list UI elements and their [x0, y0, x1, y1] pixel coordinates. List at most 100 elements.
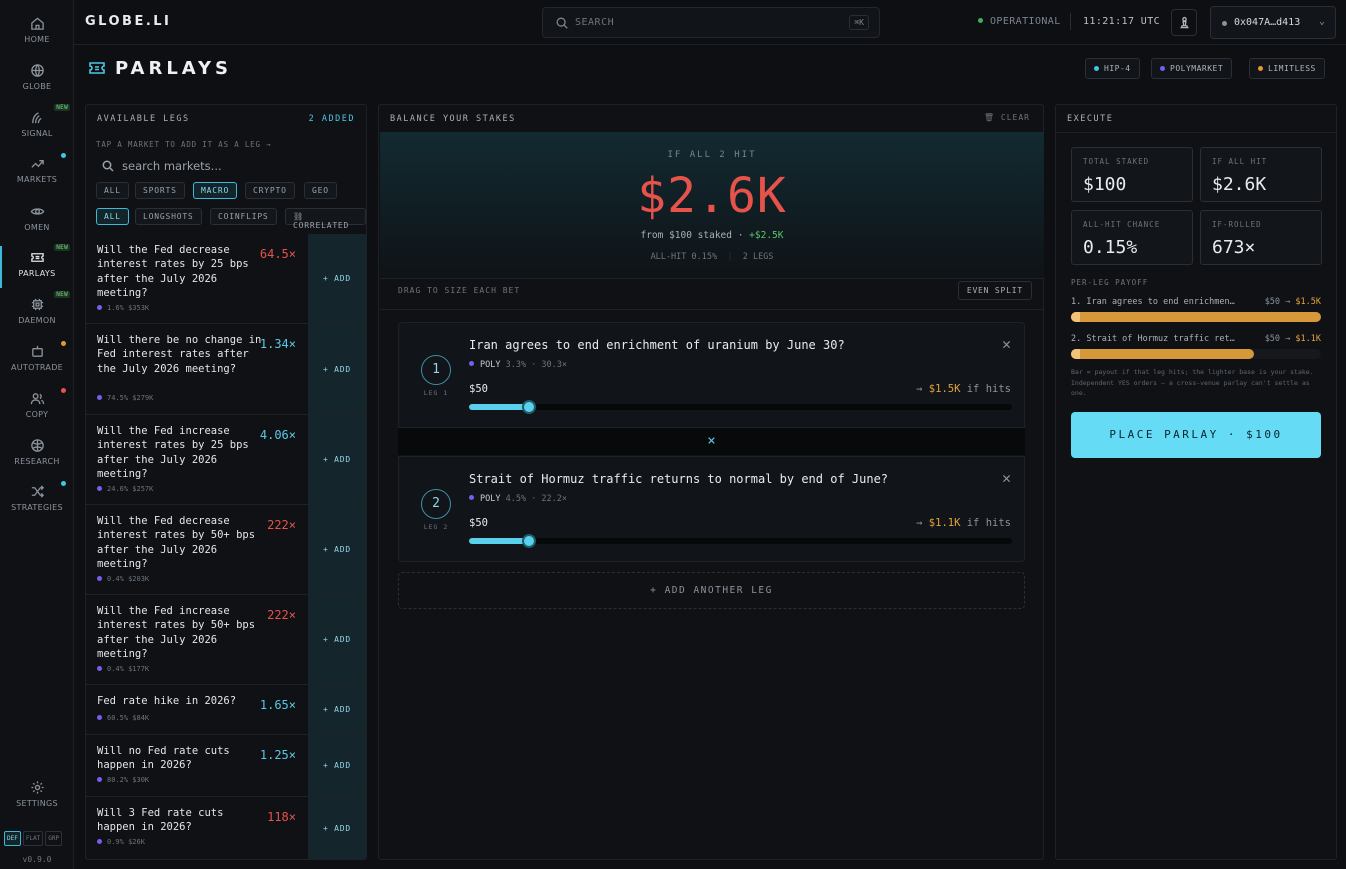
market-row[interactable]: Fed rate hike in 2026? 1.65× 60.5% $84K …: [86, 685, 366, 735]
per-leg-label: 1. Iran agrees to end enrichmen…: [1071, 297, 1235, 307]
market-row[interactable]: Will the Fed increase interest rates by …: [86, 595, 366, 685]
stake-slider[interactable]: [469, 534, 1012, 548]
add-leg-button[interactable]: + ADD: [308, 234, 366, 323]
venue-dot: [97, 839, 102, 844]
market-search-input[interactable]: search markets...: [102, 159, 222, 173]
category-all[interactable]: ALL: [96, 182, 129, 199]
wallet-dropdown[interactable]: 0x047A…d413 ⌄: [1210, 6, 1336, 39]
system-status: OPERATIONAL: [978, 16, 1061, 27]
sidebar-item-label: GLOBE: [22, 82, 52, 91]
remove-leg-button[interactable]: ✕: [1002, 469, 1011, 487]
stat-label: ALL-HIT CHANCE: [1083, 220, 1161, 229]
filter-coinflips[interactable]: COINFLIPS: [210, 208, 277, 225]
notification-dot: [61, 481, 66, 486]
sidebar-item-parlays[interactable]: NEW PARLAYS: [0, 244, 74, 294]
market-multiplier: 1.34×: [259, 337, 296, 351]
sidebar-item-label: SIGNAL: [21, 129, 53, 138]
slider-handle[interactable]: [521, 534, 536, 548]
new-badge: NEW: [54, 291, 70, 298]
leg-odds: 3.3% · 30.3×: [505, 360, 568, 370]
market-row[interactable]: Will the Fed increase interest rates by …: [86, 415, 366, 505]
per-leg-bar: [1071, 349, 1321, 359]
add-leg-button[interactable]: + ADD: [308, 324, 366, 414]
sidebar-item-copy[interactable]: COPY: [0, 388, 74, 435]
market-row[interactable]: Will 3 Fed rate cuts happen in 2026? 118…: [86, 797, 366, 859]
stat-value: 0.15%: [1083, 237, 1138, 258]
place-parlay-button[interactable]: PLACE PARLAY · $100: [1071, 412, 1321, 458]
sidebar-item-markets[interactable]: MARKETS: [0, 153, 74, 200]
signal-icon: [31, 112, 42, 124]
filter-correlated[interactable]: ⛓ CORRELATED: [285, 208, 366, 230]
add-another-leg-button[interactable]: + ADD ANOTHER LEG: [398, 572, 1025, 609]
stat-all-hit-chance: ALL-HIT CHANCE 0.15%: [1071, 210, 1193, 265]
venue-dot: [1258, 66, 1263, 71]
notification-dot: [61, 153, 66, 158]
theme-grp-button[interactable]: GRP: [45, 831, 63, 846]
add-leg-button[interactable]: + ADD: [308, 505, 366, 594]
chess-button[interactable]: [1171, 9, 1197, 36]
sidebar-item-settings[interactable]: SETTINGS: [0, 780, 74, 824]
remove-leg-button[interactable]: ✕: [1002, 335, 1011, 353]
filter-longshots[interactable]: LONGSHOTS: [135, 208, 202, 225]
sidebar-item-home[interactable]: HOME: [0, 16, 74, 60]
market-row[interactable]: Will no Fed rate cuts happen in 2026? 1.…: [86, 735, 366, 797]
sidebar-item-label: AUTOTRADE: [10, 363, 64, 372]
topbar: GLOBE.LI SEARCH ⌘K OPERATIONAL 11:21:17 …: [74, 0, 1346, 45]
even-split-button[interactable]: EVEN SPLIT: [957, 281, 1032, 300]
market-meta: 1.6% $353K: [97, 304, 149, 312]
clear-label: CLEAR: [1000, 113, 1030, 122]
per-leg-bar-fill: [1071, 312, 1321, 322]
per-leg-stake: $50 →: [1264, 334, 1291, 344]
all-hit-chance: ALL-HIT 0.15%: [650, 252, 718, 262]
category-crypto[interactable]: CRYPTO: [245, 182, 295, 199]
filter-all[interactable]: ALL: [96, 208, 129, 225]
market-row[interactable]: Will there be no change in Fed interest …: [86, 324, 366, 415]
market-meta-text: 60.5% $84K: [107, 714, 150, 722]
sidebar-item-research[interactable]: RESEARCH: [0, 438, 74, 482]
add-leg-button[interactable]: + ADD: [308, 595, 366, 684]
add-leg-button[interactable]: + ADD: [308, 735, 366, 796]
category-sports[interactable]: SPORTS: [135, 182, 185, 199]
profit-value: +$2.5K: [749, 230, 784, 241]
category-geo[interactable]: GEO: [304, 182, 337, 199]
search-placeholder: search markets...: [122, 159, 222, 173]
leg-odds: 4.5% · 22.2×: [505, 494, 568, 504]
slider-handle[interactable]: [521, 400, 536, 414]
add-leg-button[interactable]: + ADD: [308, 685, 366, 734]
search-shortcut: ⌘K: [849, 15, 869, 30]
market-row[interactable]: Will the Fed decrease interest rates by …: [86, 505, 366, 595]
add-leg-button[interactable]: + ADD: [308, 415, 366, 504]
add-leg-button[interactable]: + ADD: [308, 797, 366, 859]
venue-badge-polymarket[interactable]: POLYMARKET: [1151, 58, 1233, 79]
sidebar-item-label: HOME: [24, 35, 50, 44]
per-leg-payout: $1.5K: [1295, 297, 1321, 307]
new-badge: NEW: [54, 104, 70, 111]
search-icon: [102, 160, 114, 172]
divider: [1070, 13, 1071, 30]
market-question: Will the Fed decrease interest rates by …: [97, 244, 249, 299]
sidebar-item-globe[interactable]: GLOBE: [0, 63, 74, 107]
app-logo[interactable]: GLOBE.LI: [85, 14, 171, 29]
sidebar-item-autotrade[interactable]: AUTOTRADE: [0, 341, 74, 388]
clear-button[interactable]: 🗑 CLEAR: [984, 113, 1030, 122]
stat-total-staked: TOTAL STAKED $100: [1071, 147, 1193, 202]
per-leg-row: 2. Strait of Hormuz traffic ret… $50 → $…: [1071, 334, 1321, 344]
market-meta: 0.9% $26K: [97, 838, 145, 846]
theme-def-button[interactable]: DEF: [4, 831, 21, 846]
theme-flat-button[interactable]: FLAT: [22, 831, 44, 846]
market-row[interactable]: Will the Fed decrease interest rates by …: [86, 234, 366, 324]
sidebar-item-strategies[interactable]: STRATEGIES: [0, 481, 74, 528]
sidebar-item-daemon[interactable]: NEW DAEMON: [0, 291, 74, 341]
venue-dot: [97, 715, 102, 720]
global-search-input[interactable]: SEARCH ⌘K: [542, 7, 880, 38]
venue-badge-limitless[interactable]: LIMITLESS: [1249, 58, 1325, 79]
venue-dot: [97, 576, 102, 581]
sidebar-item-signal[interactable]: NEW SIGNAL: [0, 104, 74, 154]
payout-value: $1.5K: [928, 383, 961, 395]
divider: [380, 309, 1044, 310]
venue-badge-hip4[interactable]: HIP-4: [1085, 58, 1140, 79]
market-meta: 80.2% $30K: [97, 776, 149, 784]
stake-slider[interactable]: [469, 400, 1012, 414]
sidebar-item-omen[interactable]: OMEN: [0, 204, 74, 248]
category-macro[interactable]: MACRO: [193, 182, 238, 199]
